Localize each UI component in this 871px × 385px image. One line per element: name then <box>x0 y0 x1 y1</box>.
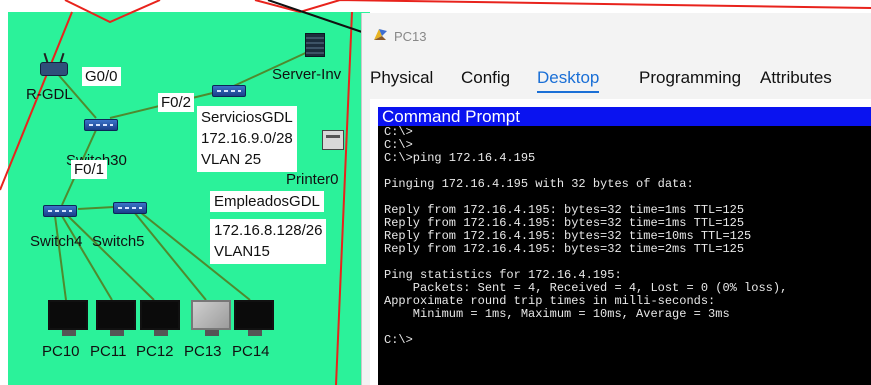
printer-label: Printer0 <box>286 171 339 188</box>
port-label-f02: F0/2 <box>158 93 195 112</box>
printer-icon[interactable] <box>322 130 344 150</box>
console-line: C:\>ping 172.16.4.195 <box>384 151 536 165</box>
link-switch4-pc11 <box>61 215 113 301</box>
link-switch4-pc10 <box>54 215 67 301</box>
console-line: C:\> <box>384 333 413 347</box>
window-title: PC13 <box>394 29 427 44</box>
packet-tracer-icon <box>374 29 387 40</box>
pc13-window[interactable]: PC13 Physical Config Desktop Programming… <box>361 13 871 385</box>
pc13-icon[interactable] <box>191 300 231 336</box>
console-line: Pinging 172.16.4.195 with 32 bytes of da… <box>384 177 694 191</box>
console-text: C:\> C:\> C:\>ping 172.16.4.195 Pinging 17… <box>378 126 871 347</box>
network-info-servicios: ServiciosGDL 172.16.9.0/28 VLAN 25 <box>197 106 297 172</box>
wan-link-top <box>64 0 161 24</box>
port-label-f01: F0/1 <box>71 160 108 179</box>
port-label-g00: G0/0 <box>82 67 121 86</box>
tab-physical[interactable]: Physical <box>370 68 433 91</box>
switch5-icon[interactable] <box>113 202 147 214</box>
server-icon[interactable] <box>305 33 325 57</box>
tab-bar: Physical Config Desktop Programming Attr… <box>362 68 871 96</box>
switch4-icon[interactable] <box>43 205 77 217</box>
console-line: Reply from 172.16.4.195: bytes=32 time=2… <box>384 242 745 256</box>
network-subnet: 172.16.8.128/26 <box>214 222 323 239</box>
tab-attributes[interactable]: Attributes <box>760 68 832 91</box>
tab-config[interactable]: Config <box>461 68 510 91</box>
link-switch4-switch5 <box>77 206 115 210</box>
pc12-label: PC12 <box>136 343 174 360</box>
tab-desktop[interactable]: Desktop <box>537 68 600 93</box>
console-link <box>267 0 363 33</box>
switch5-label: Switch5 <box>92 233 145 250</box>
pc12-icon[interactable] <box>140 300 180 336</box>
servicios-switch-icon[interactable] <box>212 85 246 97</box>
server-label: Server-Inv <box>272 66 342 83</box>
network-vlan: VLAN 25 <box>201 151 262 168</box>
pc14-label: PC14 <box>232 343 270 360</box>
router-label: R-GDL <box>26 86 73 103</box>
router-icon[interactable] <box>40 62 68 76</box>
console-line: Minimum = 1ms, Maximum = 10ms, Average =… <box>384 307 730 321</box>
network-vlan: VLAN15 <box>214 243 270 260</box>
wan-link-top-right <box>254 0 871 14</box>
console-output[interactable]: C:\> C:\> C:\>ping 172.16.4.195 Pinging 17… <box>378 126 871 385</box>
link-switch4-pc12 <box>67 215 155 301</box>
network-info-empleados: 172.16.8.128/26 VLAN15 <box>210 219 327 264</box>
console-line: C:\> <box>384 126 413 139</box>
command-prompt-title: Command Prompt <box>378 107 871 126</box>
tab-programming[interactable]: Programming <box>639 68 741 91</box>
pc10-label: PC10 <box>42 343 80 360</box>
pc11-label: PC11 <box>90 343 127 360</box>
pc10-icon[interactable] <box>48 300 88 336</box>
window-titlebar[interactable]: PC13 <box>362 13 871 59</box>
network-name: ServiciosGDL <box>201 109 293 126</box>
pc13-label: PC13 <box>184 343 222 360</box>
switch30-icon[interactable] <box>84 119 118 131</box>
command-prompt-panel: Command Prompt C:\> C:\> C:\>ping 172.16.4… <box>370 99 871 385</box>
network-subnet: 172.16.9.0/28 <box>201 130 293 147</box>
network-name-empleados: EmpleadosGDL <box>210 191 324 212</box>
switch4-label: Switch4 <box>30 233 83 250</box>
pc11-icon[interactable] <box>96 300 136 336</box>
pc14-icon[interactable] <box>234 300 274 336</box>
